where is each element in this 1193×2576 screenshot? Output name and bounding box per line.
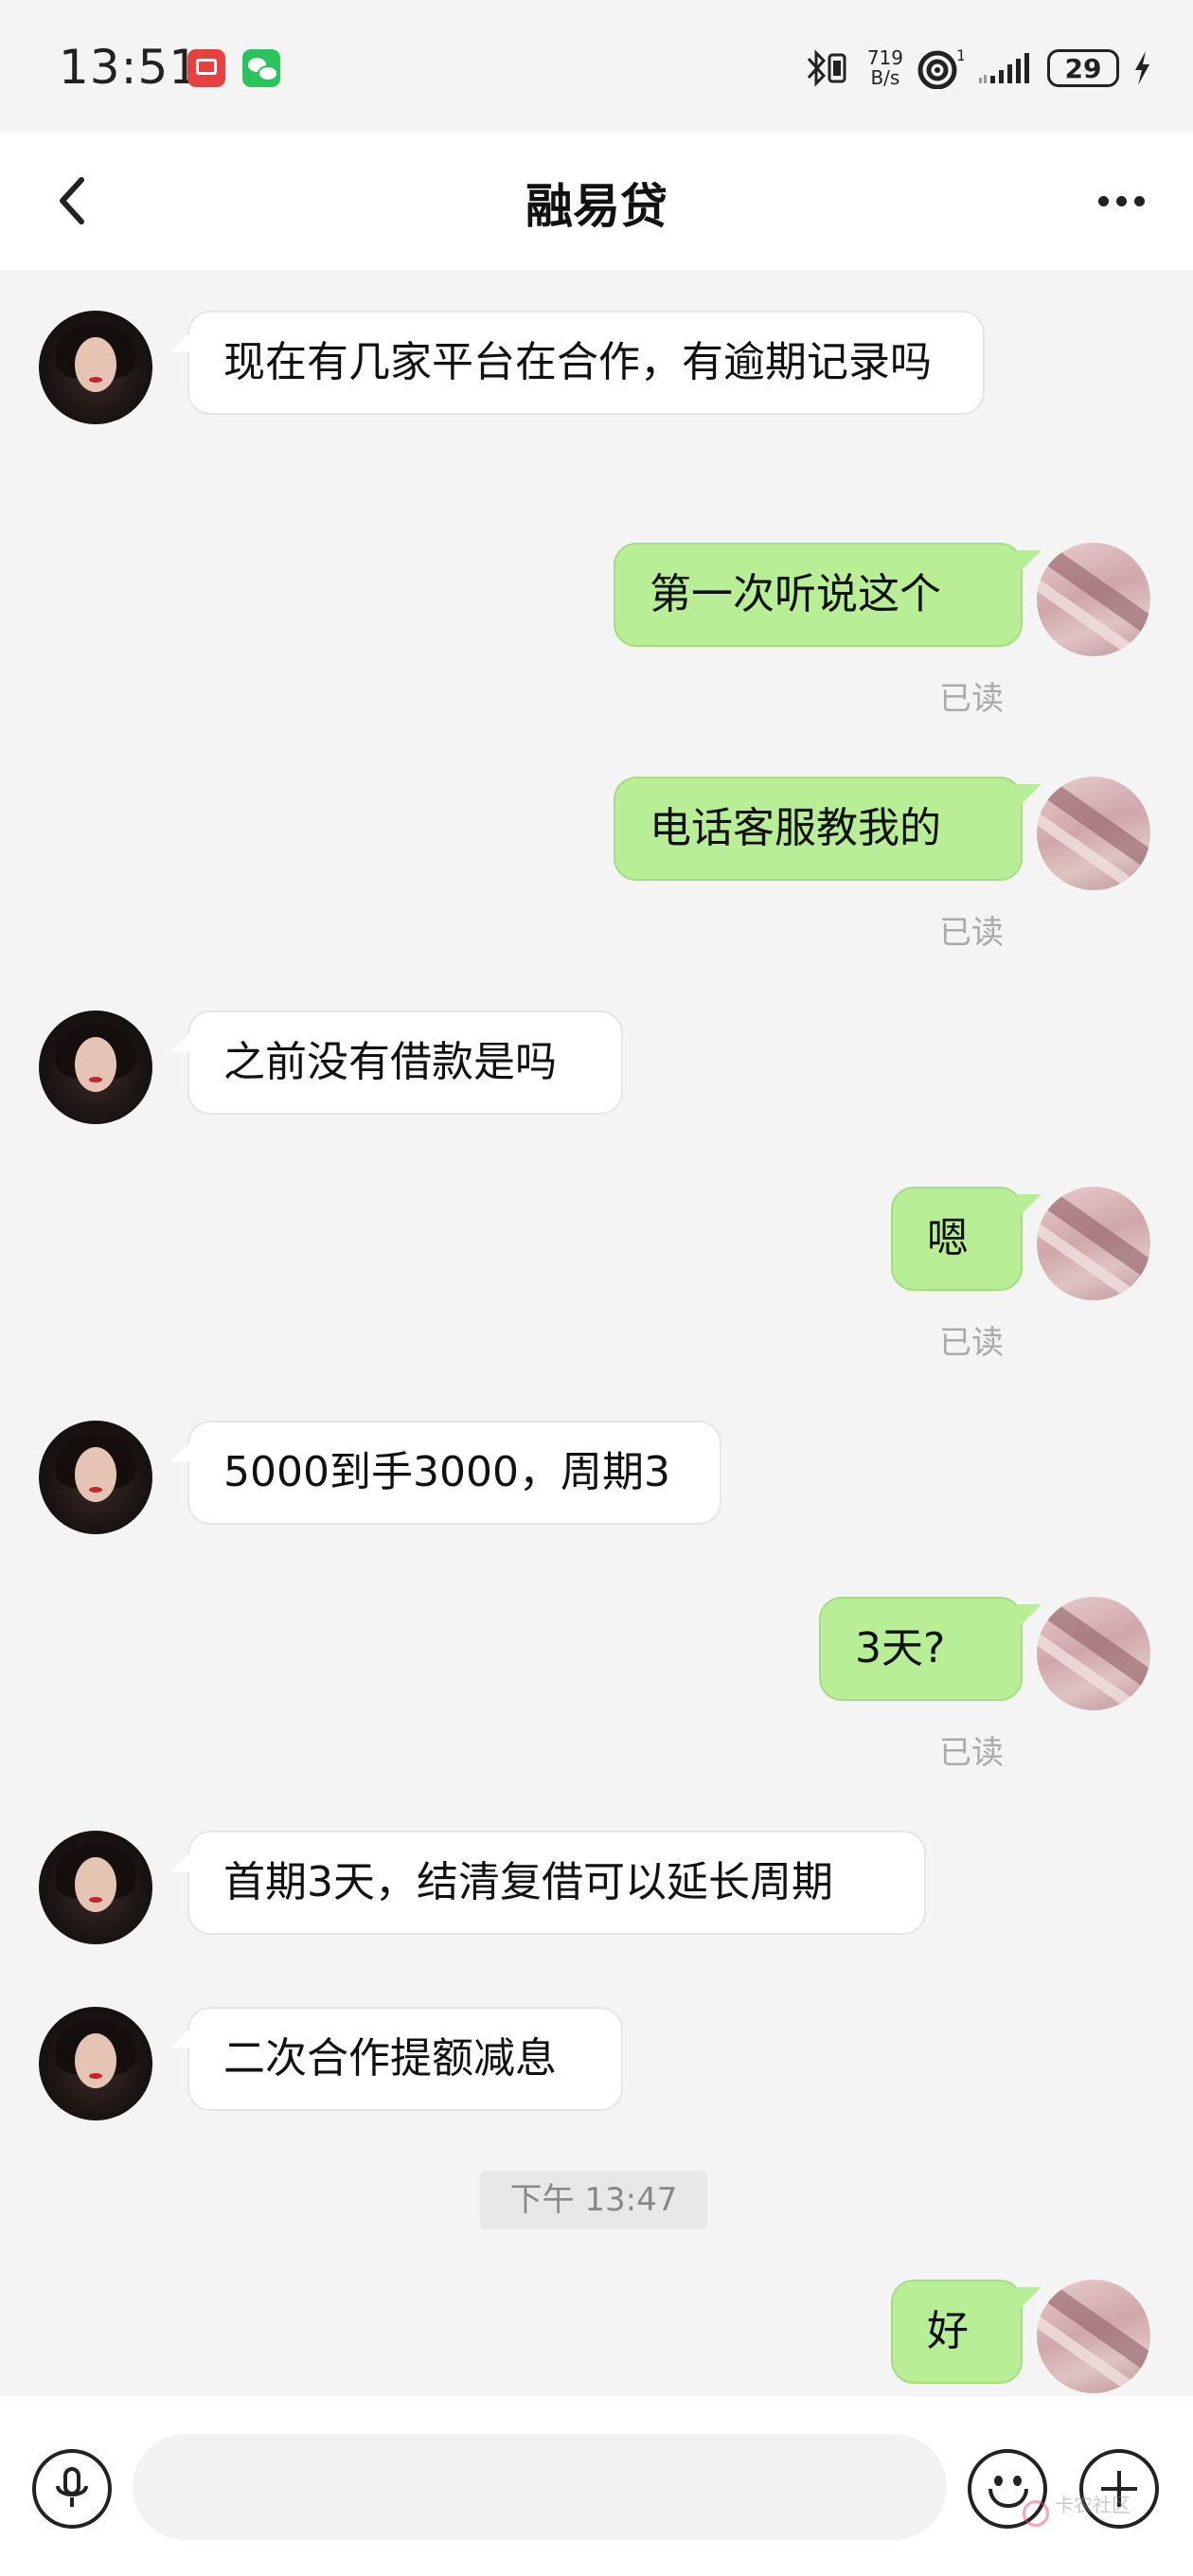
watermark-text: 卡农社区 <box>1055 2494 1131 2516</box>
read-receipt: 已读 <box>939 680 1004 718</box>
outgoing-message[interactable]: 电话客服教我的 <box>614 777 1042 881</box>
more-options-button[interactable] <box>1083 170 1159 231</box>
more-dot-icon <box>1133 195 1145 206</box>
wifi-badge: 1 <box>956 47 964 64</box>
incoming-message[interactable]: 现在有几家平台在合作，有逾期记录吗 <box>170 311 985 415</box>
input-bar <box>0 2396 1193 2576</box>
bluetooth-vibrate-icon <box>807 49 846 87</box>
outgoing-message[interactable]: 好 <box>891 2280 1042 2384</box>
my-avatar[interactable] <box>1037 1597 1150 1710</box>
incoming-message[interactable]: 5000到手3000，周期3 <box>170 1421 721 1525</box>
outgoing-message[interactable]: 第一次听说这个 <box>614 543 1042 647</box>
watermark-logo-icon <box>1023 2500 1049 2527</box>
emoji-icon <box>994 2476 1003 2486</box>
my-avatar[interactable] <box>1037 2280 1150 2393</box>
incoming-message[interactable]: 首期3天，结清复借可以延长周期 <box>170 1831 926 1935</box>
wechat-icon <box>242 49 280 87</box>
contact-avatar[interactable] <box>39 2007 152 2120</box>
outgoing-message[interactable]: 嗯 <box>891 1187 1042 1291</box>
contact-avatar[interactable] <box>39 1831 152 1944</box>
time-divider: 下午 13:47 <box>480 2171 707 2229</box>
my-avatar[interactable] <box>1037 777 1150 890</box>
read-receipt: 已读 <box>939 1324 1004 1362</box>
wifi-icon: 1 <box>917 47 964 89</box>
notification-app-icon <box>187 49 225 87</box>
my-avatar[interactable] <box>1037 543 1150 656</box>
microphone-icon <box>56 2467 88 2507</box>
network-speed-value: 719 <box>866 46 903 69</box>
network-speed: 719 B/s <box>867 48 903 88</box>
charging-icon <box>1135 51 1149 85</box>
incoming-message[interactable]: 之前没有借款是吗 <box>170 1011 623 1115</box>
outgoing-message[interactable]: 3天? <box>819 1597 1042 1701</box>
contact-avatar[interactable] <box>39 311 152 424</box>
more-dot-icon <box>1097 195 1109 206</box>
read-receipt: 已读 <box>939 914 1004 952</box>
status-bar: 13:51 719 B/s 1 29 <box>0 0 1193 133</box>
more-dot-icon <box>1115 195 1127 206</box>
signal-icon <box>979 53 1029 83</box>
network-speed-unit: B/s <box>870 66 900 89</box>
status-icons: 719 B/s 1 29 <box>803 42 1151 95</box>
chat-header: 融易贷 <box>0 133 1193 270</box>
chat-title: 融易贷 <box>525 179 668 234</box>
contact-avatar[interactable] <box>39 1011 152 1124</box>
my-avatar[interactable] <box>1037 1187 1150 1300</box>
status-time: 13:51 <box>59 40 201 95</box>
message-input[interactable] <box>133 2434 947 2540</box>
incoming-message[interactable]: 二次合作提额减息 <box>170 2007 623 2111</box>
read-receipt: 已读 <box>939 1734 1004 1772</box>
battery-indicator: 29 <box>1047 49 1119 87</box>
voice-button[interactable] <box>32 2449 112 2529</box>
contact-avatar[interactable] <box>39 1421 152 1534</box>
watermark: 卡农社区 <box>1023 2493 1146 2540</box>
